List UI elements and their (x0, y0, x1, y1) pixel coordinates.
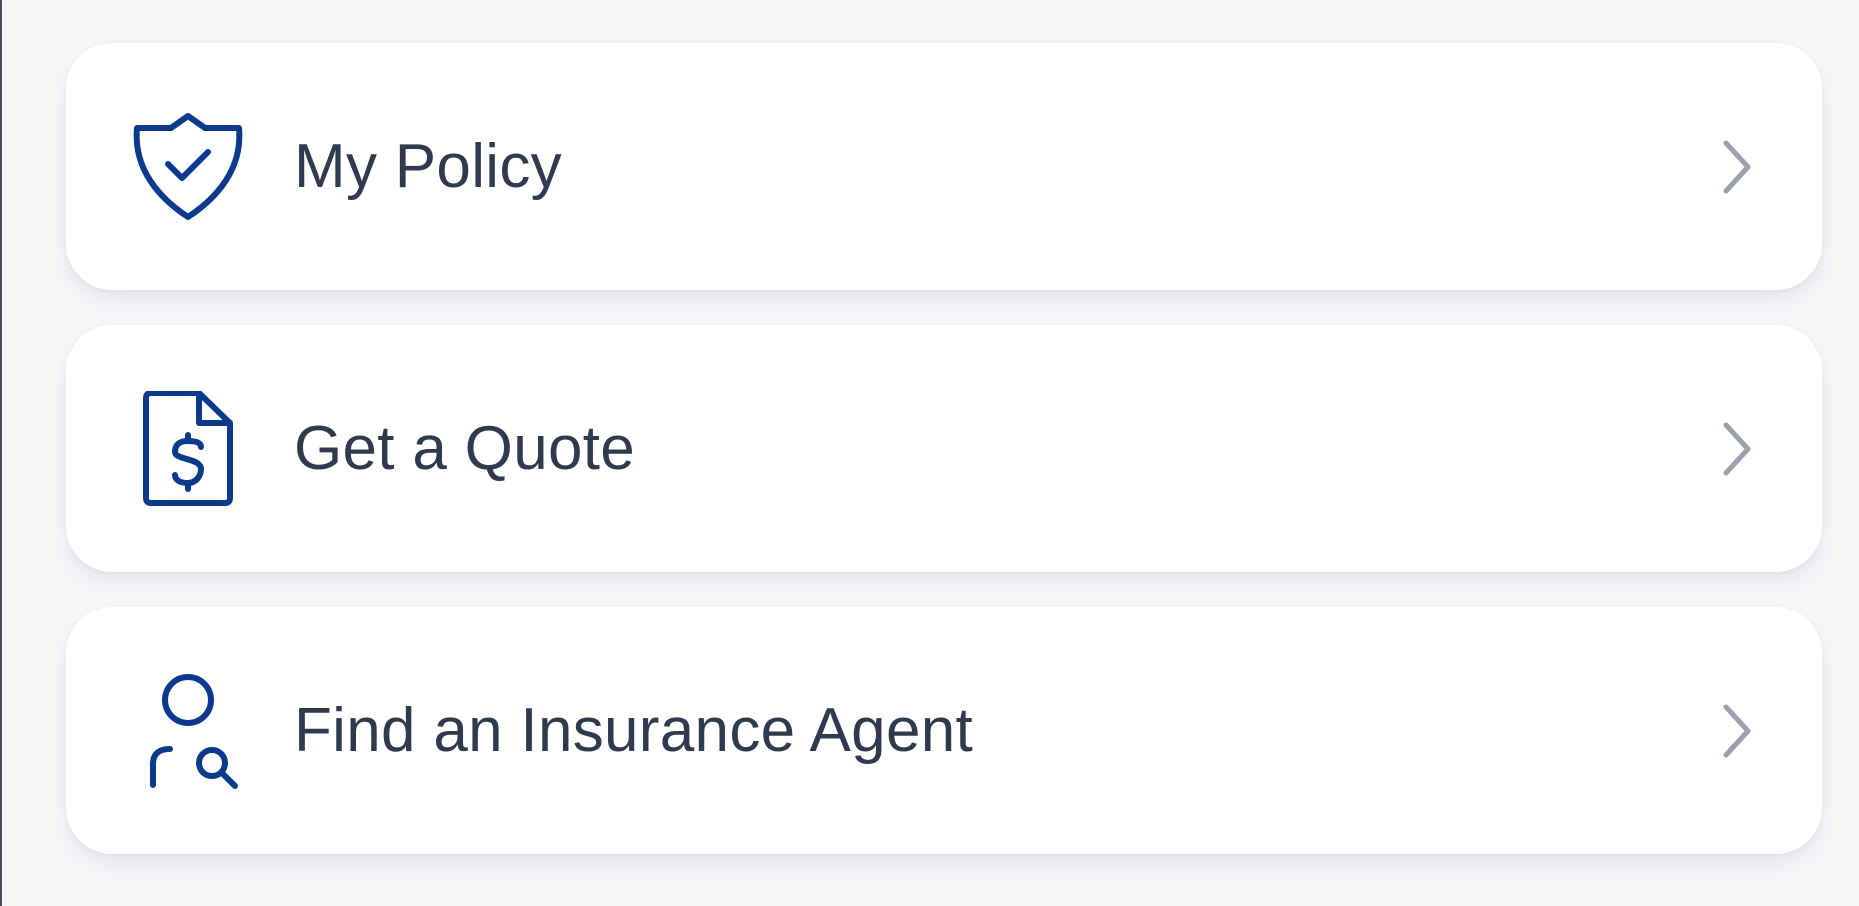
menu-item-label: My Policy (294, 132, 562, 201)
chevron-right-icon (1716, 701, 1756, 761)
shield-check-icon (130, 109, 246, 225)
user-search-icon (130, 673, 246, 789)
menu-list: My Policy Get a Quote Find an Insurance … (66, 43, 1822, 854)
chevron-right-icon (1716, 137, 1756, 197)
menu-item-find-an-insurance-agent[interactable]: Find an Insurance Agent (66, 607, 1822, 854)
chevron-right-icon (1716, 419, 1756, 479)
window-edge (0, 0, 2, 906)
menu-item-label: Get a Quote (294, 414, 636, 483)
menu-item-my-policy[interactable]: My Policy (66, 43, 1822, 290)
menu-item-get-a-quote[interactable]: Get a Quote (66, 325, 1822, 572)
menu-item-label: Find an Insurance Agent (294, 696, 974, 765)
document-dollar-icon (130, 390, 246, 507)
